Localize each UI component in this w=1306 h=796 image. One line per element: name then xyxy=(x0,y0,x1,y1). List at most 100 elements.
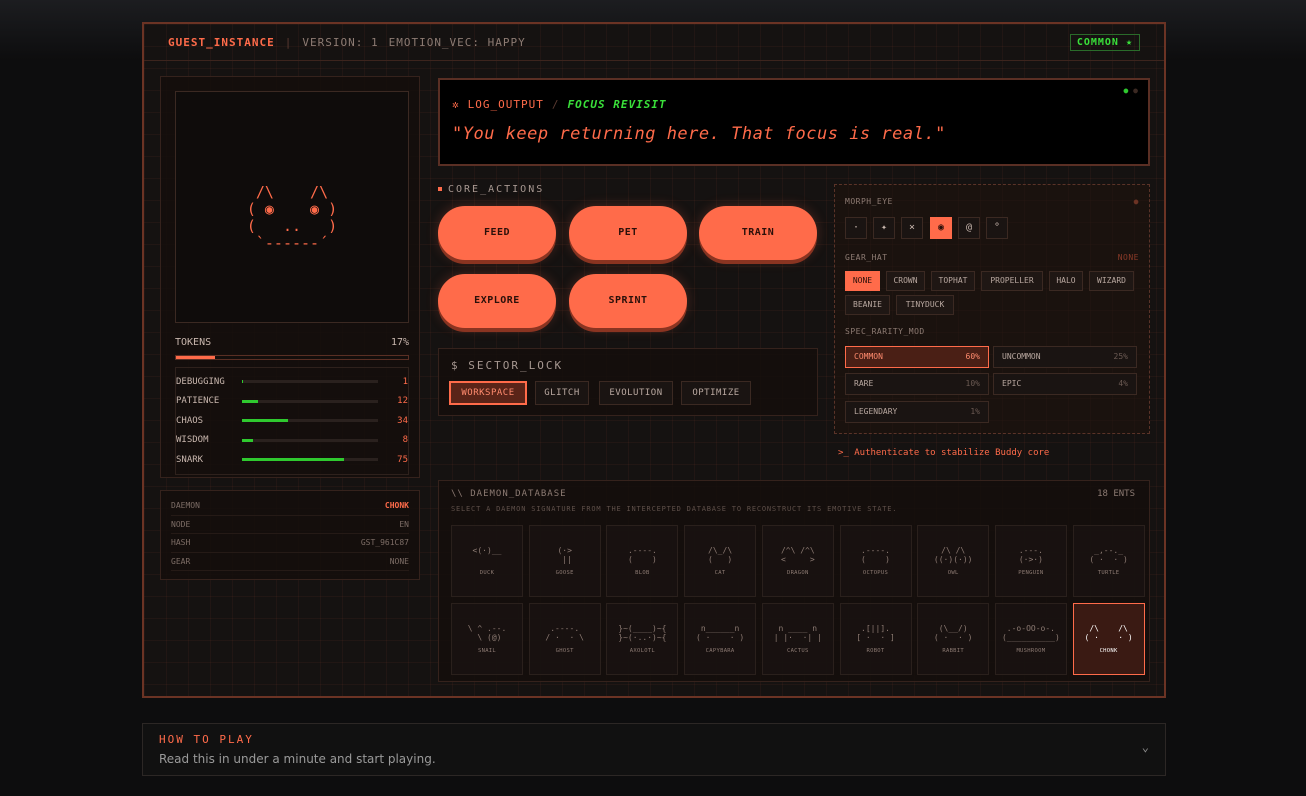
daemon-database-panel: \\ DAEMON_DATABASE 18 ENTS SELECT A DAEM… xyxy=(438,480,1150,682)
daemon-card-turtle[interactable]: _,--._ ( · · ) TURTLE xyxy=(1072,525,1145,597)
daemon-card-cactus[interactable]: n ____ n | |· ·| | CACTUS xyxy=(761,603,834,675)
daemon-name: AXOLOTL xyxy=(629,648,656,654)
version-label: VERSION: 1 xyxy=(302,35,379,49)
spark-icon: ✲ xyxy=(452,98,460,111)
tokens-percent: 17% xyxy=(390,337,409,348)
daemon-card-dragon[interactable]: /^\ /^\ < > DRAGON xyxy=(761,525,834,597)
rarity-name: EPIC xyxy=(1002,379,1022,388)
core-actions-title: CORE_ACTIONS xyxy=(438,184,544,195)
daemon-name: GOOSE xyxy=(555,570,574,576)
top-bar: GUEST_INSTANCE | VERSION: 1 EMOTION_VEC:… xyxy=(144,24,1164,61)
daemon-card-mushroom[interactable]: .-o-OO-o-. (__________) MUSHROOM xyxy=(994,603,1067,675)
eye-option-dot[interactable]: · xyxy=(845,217,867,239)
daemon-ascii-art: .[||]. [ · · ] xyxy=(856,624,895,642)
tokens-row: TOKENS 17% xyxy=(175,337,409,348)
stat-bar-fill xyxy=(242,419,289,423)
sector-chip-glitch[interactable]: GLITCH xyxy=(535,381,589,405)
daemon-ascii-art: /\_/\ ( ) xyxy=(708,546,733,564)
sector-chip-evolution[interactable]: EVOLUTION xyxy=(599,381,673,405)
daemon-card-blob[interactable]: .----. ( ) BLOB xyxy=(606,525,679,597)
daemon-card-snail[interactable]: \ ^ .--. \ (@) SNAIL xyxy=(451,603,523,675)
daemon-card-capybara[interactable]: n______n ( · · ) CAPYBARA xyxy=(684,603,757,675)
daemon-ascii-art: }~(____)~{ }~(·..·)~{ xyxy=(618,624,667,642)
pet-screen: /\ /\ ( ◉ ◉ ) ( .. ) `------´ xyxy=(175,91,409,323)
chevron-down-icon[interactable]: ⌄ xyxy=(1142,740,1149,754)
eye-option-at[interactable]: @ xyxy=(958,217,980,239)
daemon-ascii-art: .----. ( ) xyxy=(627,546,657,564)
status-dots: ● ● xyxy=(1123,86,1138,95)
train-button[interactable]: TRAIN xyxy=(699,206,817,260)
gear-hat-label: GEAR_HAT xyxy=(845,253,888,262)
daemon-card-cat[interactable]: /\_/\ ( ) CAT xyxy=(684,525,757,597)
daemon-card-ghost[interactable]: .----. / · · \ GHOST xyxy=(528,603,601,675)
rarity-option-epic[interactable]: EPIC 4% xyxy=(993,373,1137,395)
hat-option-wizard[interactable]: WIZARD xyxy=(1089,271,1134,291)
daemon-name: TURTLE xyxy=(1097,570,1120,576)
rarity-option-rare[interactable]: RARE 10% xyxy=(845,373,989,395)
core-actions-label: CORE_ACTIONS xyxy=(448,184,545,195)
database-subtitle: SELECT A DAEMON SIGNATURE FROM THE INTER… xyxy=(451,505,898,513)
daemon-info-panel: DAEMON CHONK NODE EN HASH GST_961C87 GEAR NONE xyxy=(160,490,420,580)
hat-option-crown[interactable]: CROWN xyxy=(886,271,925,291)
daemon-ascii-art: (\__/) ( · · ) xyxy=(933,624,973,642)
daemon-ascii-art: .-o-OO-o-. (__________) xyxy=(1001,624,1060,642)
hat-option-tinyduck[interactable]: TINYDUCK xyxy=(896,295,954,315)
log-output-panel: ● ● ✲ LOG_OUTPUT / FOCUS REVISIT "You ke… xyxy=(438,78,1150,166)
daemon-name: CAPYBARA xyxy=(705,648,735,654)
eye-option-degree[interactable]: ° xyxy=(986,217,1008,239)
stat-value: 34 xyxy=(397,415,408,426)
rarity-option-legendary[interactable]: LEGENDARY 1% xyxy=(845,401,989,423)
eye-option-cross[interactable]: × xyxy=(901,217,923,239)
hat-option-propeller[interactable]: PROPELLER xyxy=(981,271,1043,291)
daemon-card-penguin[interactable]: .---. (·>·) PENGUIN xyxy=(994,525,1067,597)
hat-option-none[interactable]: NONE xyxy=(845,271,880,291)
daemon-card-octopus[interactable]: .----. ( ) OCTOPUS xyxy=(839,525,912,597)
sprint-button[interactable]: SPRINT xyxy=(569,274,687,328)
daemon-card-axolotl[interactable]: }~(____)~{ }~(·..·)~{ AXOLOTL xyxy=(606,603,679,675)
daemon-card-owl[interactable]: /\ /\ ((·)(·)) OWL xyxy=(917,525,990,597)
daemon-name: CACTUS xyxy=(786,648,809,654)
stat-bar-fill xyxy=(242,458,344,462)
sector-lock-panel: $ SECTOR_LOCK WORKSPACE GLITCH EVOLUTION… xyxy=(438,348,818,416)
rarity-option-uncommon[interactable]: UNCOMMON 25% xyxy=(993,346,1137,368)
explore-button[interactable]: EXPLORE xyxy=(438,274,556,328)
rarity-name: UNCOMMON xyxy=(1002,352,1041,361)
info-key: NODE xyxy=(171,519,191,529)
hat-option-halo[interactable]: HALO xyxy=(1049,271,1083,291)
sector-chip-optimize[interactable]: OPTIMIZE xyxy=(681,381,751,405)
daemon-card-rabbit[interactable]: (\__/) ( · · ) RABBIT xyxy=(917,603,990,675)
rarity-option-common[interactable]: COMMON 60% xyxy=(845,346,989,368)
stat-name: PATIENCE xyxy=(176,396,220,407)
pet-button[interactable]: PET xyxy=(569,206,687,260)
daemon-ascii-art: <(·)__ xyxy=(472,546,502,555)
hat-option-beanie[interactable]: BEANIE xyxy=(845,295,890,315)
daemon-ascii-art: /\ /\ ( · · ) xyxy=(1084,624,1133,642)
stat-bar-fill xyxy=(242,438,253,442)
stat-value: 1 xyxy=(402,376,408,387)
info-row-gear: GEAR NONE xyxy=(171,553,409,571)
stat-value: 8 xyxy=(402,435,408,446)
pet-panel: /\ /\ ( ◉ ◉ ) ( .. ) `------´ TOKENS 17%… xyxy=(160,76,420,478)
info-value: NONE xyxy=(389,556,409,566)
feed-button[interactable]: FEED xyxy=(438,206,556,260)
stat-name: WISDOM xyxy=(176,435,209,446)
sector-chip-workspace[interactable]: WORKSPACE xyxy=(449,381,527,405)
daemon-name: MUSHROOM xyxy=(1016,648,1046,654)
daemon-card-duck[interactable]: <(·)__ DUCK xyxy=(451,525,523,597)
gear-hat-value: NONE xyxy=(1117,253,1139,262)
daemon-card-chonk[interactable]: /\ /\ ( · · ) CHONK xyxy=(1072,603,1145,675)
eye-option-star[interactable]: ✦ xyxy=(873,217,895,239)
daemon-card-goose[interactable]: (·> || GOOSE xyxy=(528,525,601,597)
log-label: LOG_OUTPUT xyxy=(467,98,544,111)
rarity-percent: 1% xyxy=(970,407,980,416)
authenticate-link[interactable]: >_ Authenticate to stabilize Buddy core xyxy=(838,448,1049,458)
rarity-badge: COMMON ★ xyxy=(1069,34,1140,51)
morph-panel: MORPH_EYE ● · ✦ × ◉ @ ° GEAR_HAT NONE NO… xyxy=(834,184,1150,434)
sector-lock-title: $ SECTOR_LOCK xyxy=(451,359,564,372)
hat-option-tophat[interactable]: TOPHAT xyxy=(931,271,975,291)
rarity-percent: 60% xyxy=(965,352,980,361)
how-to-play-section[interactable]: HOW TO PLAY Read this in under a minute … xyxy=(142,723,1166,776)
daemon-card-robot[interactable]: .[||]. [ · · ] ROBOT xyxy=(839,603,912,675)
eye-option-target[interactable]: ◉ xyxy=(930,217,952,239)
emotion-label: EMOTION_VEC: HAPPY xyxy=(388,35,526,49)
